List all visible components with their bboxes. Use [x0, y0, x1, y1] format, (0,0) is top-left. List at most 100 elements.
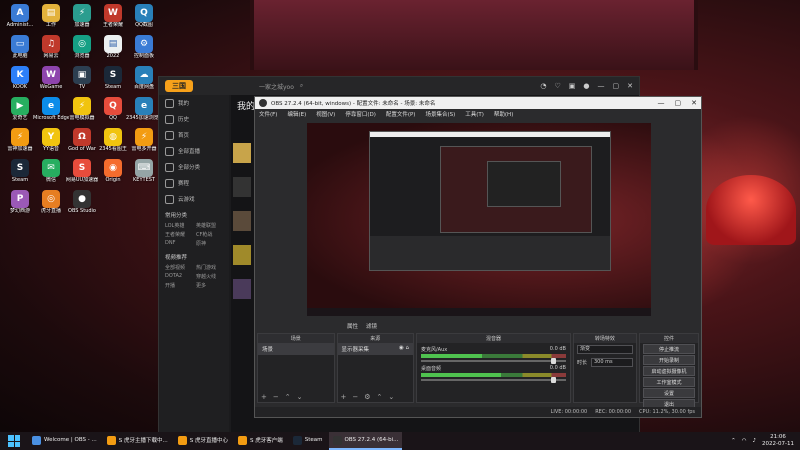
obs-menu-item[interactable]: 帮助(H) [494, 110, 513, 118]
heart-icon[interactable]: ♡ [554, 82, 560, 90]
volume-slider[interactable] [421, 377, 566, 383]
duration-input[interactable]: 300 ms [590, 358, 633, 367]
desktop-icon[interactable]: ● OBS Studio [64, 190, 100, 224]
desktop-icon[interactable]: Q QQ截图 [126, 4, 162, 38]
category-link[interactable]: 穿越火线 [196, 273, 223, 280]
category-link[interactable]: 开播 [165, 282, 192, 289]
huya-sidebar-item[interactable]: 赛程 [159, 175, 229, 191]
volume-slider-knob[interactable] [550, 358, 556, 364]
category-link[interactable]: CF枪战 [196, 231, 223, 238]
category-link[interactable]: 更多 [196, 282, 223, 289]
huya-sidebar-item[interactable]: 全部分类 [159, 159, 229, 175]
desktop-icon[interactable]: ⚡ 雷电多开器 [126, 128, 162, 162]
up-icon[interactable]: ⌃ [377, 393, 383, 401]
maximize-icon[interactable]: ▢ [613, 82, 620, 90]
taskbar-app[interactable]: Steam [289, 432, 327, 448]
scene-item[interactable]: 场景 [258, 343, 334, 355]
lock-icon[interactable]: ⌂ [406, 345, 410, 351]
add-icon[interactable]: + [261, 393, 267, 401]
desktop-icon[interactable]: ☁ 百度网盘 [126, 66, 162, 100]
app-icon: W [42, 66, 60, 84]
thumbnail[interactable] [233, 143, 251, 163]
category-link[interactable]: 原神 [196, 240, 223, 247]
category-link[interactable]: DOTA2 [165, 273, 192, 280]
obs-preview[interactable] [307, 123, 651, 316]
volume-icon[interactable]: ♪ [753, 438, 757, 444]
minimize-icon[interactable]: — [658, 99, 665, 107]
obs-menu-item[interactable]: 文件(F) [259, 110, 277, 118]
mixer-channel-header: 桌面音频 0.0 dB [421, 365, 566, 372]
close-icon[interactable]: ✕ [691, 99, 697, 107]
taskbar-app[interactable]: Welcome | OBS - ... [28, 432, 101, 448]
category-link[interactable]: DNF [165, 240, 192, 247]
obs-control-button[interactable]: 停止推流 [642, 344, 695, 354]
category-link[interactable]: 全部视频 [165, 264, 192, 271]
down-icon[interactable]: ⌄ [388, 393, 394, 401]
desktop-icon[interactable]: ⌨ KEYTEST [126, 159, 162, 193]
obs-control-button[interactable]: 启动虚拟摄像机 [642, 366, 695, 376]
gear-icon[interactable]: ⚙ [364, 393, 370, 401]
network-icon[interactable]: ◠ [742, 438, 747, 444]
eye-icon[interactable]: ◉ [399, 345, 404, 351]
obs-control-button[interactable]: 设置 [642, 388, 695, 398]
category-link[interactable]: 热门游戏 [196, 264, 223, 271]
add-icon[interactable]: + [341, 393, 347, 401]
remove-icon[interactable]: − [273, 393, 279, 401]
tab-filters[interactable]: 滤镜 [366, 322, 377, 330]
tab-properties[interactable]: 属性 [347, 322, 358, 330]
thumbnail[interactable] [233, 245, 251, 265]
message-icon[interactable]: ◔ [540, 82, 546, 90]
avatar[interactable]: ● [583, 82, 589, 90]
huya-search-input[interactable]: 一家之城yoo [259, 82, 294, 91]
taskbar-app[interactable]: S 虎牙客户端 [234, 432, 287, 448]
obs-menu-item[interactable]: 配置文件(P) [386, 110, 416, 118]
app-icon: ⚡ [73, 97, 91, 115]
obs-window[interactable]: OBS 27.2.4 (64-bit, windows) - 配置文件: 未命名… [254, 96, 702, 418]
thumbnail[interactable] [233, 211, 251, 231]
category-link[interactable]: 英雄联盟 [196, 222, 223, 229]
close-icon[interactable]: ✕ [627, 82, 633, 90]
thumbnail[interactable] [233, 279, 251, 299]
volume-slider[interactable] [421, 358, 566, 364]
obs-menu-item[interactable]: 视图(V) [316, 110, 335, 118]
down-icon[interactable]: ⌄ [297, 393, 303, 401]
obs-menu-item[interactable]: 工具(T) [465, 110, 484, 118]
obs-menubar: 文件(F) 编辑(E) 视图(V) 停靠窗口(D) 配置文件(P) 场景集合(S) 工具(T… [255, 109, 701, 119]
volume-slider-knob[interactable] [550, 377, 556, 383]
category-link[interactable]: LOL英雄 [165, 222, 192, 229]
search-icon[interactable]: ⌕ [300, 82, 303, 90]
huya-sidebar-item[interactable]: 云游戏 [159, 191, 229, 207]
category-link[interactable]: 王者荣耀 [165, 231, 192, 238]
gift-icon[interactable]: ▣ [569, 82, 576, 90]
taskbar-app[interactable]: S 虎牙主播下载中... [103, 432, 172, 448]
clock[interactable]: 21:06 2022-07-11 [762, 434, 794, 448]
obs-control-button[interactable]: 开始录制 [642, 355, 695, 365]
obs-menu-item[interactable]: 场景集合(S) [425, 110, 455, 118]
huya-sidebar-item[interactable]: 首页 [159, 127, 229, 143]
desktop-icon-label: 雷电多开器 [131, 146, 157, 152]
desktop-icon[interactable]: e 2345加速浏览器 [126, 97, 162, 131]
huya-sidebar-item[interactable]: 全部直播 [159, 143, 229, 159]
huya-sidebar-label: 我的 [178, 101, 190, 107]
minimize-icon[interactable]: — [598, 82, 605, 90]
taskbar-app[interactable]: S 虎牙直播中心 [174, 432, 232, 448]
obs-control-button[interactable]: 工作室模式 [642, 377, 695, 387]
maximize-icon[interactable]: ▢ [675, 99, 682, 107]
windows-start-icon[interactable] [8, 435, 20, 447]
up-icon[interactable]: ⌃ [285, 393, 291, 401]
volume-meter [421, 373, 566, 377]
obs-menu-item[interactable]: 编辑(E) [287, 110, 306, 118]
huya-sidebar-item[interactable]: 我的 [159, 95, 229, 111]
chevron-up-icon[interactable]: ⌃ [731, 438, 736, 444]
huya-sidebar-item[interactable]: 历史 [159, 111, 229, 127]
obs-titlebar: OBS 27.2.4 (64-bit, windows) - 配置文件: 未命名… [255, 97, 701, 109]
clock-date: 2022-07-11 [762, 441, 794, 447]
transition-select[interactable]: 渐变 [576, 345, 633, 354]
remove-icon[interactable]: − [352, 393, 358, 401]
desktop-icon[interactable]: ⚙ 控制面板 [126, 35, 162, 69]
volume-meter-fill [421, 354, 482, 358]
source-item[interactable]: 显示器采集 ◉ ⌂ [337, 343, 413, 355]
obs-menu-item[interactable]: 停靠窗口(D) [345, 110, 376, 118]
taskbar-app[interactable]: OBS 27.2.4 (64-bi... [328, 432, 403, 450]
thumbnail[interactable] [233, 177, 251, 197]
